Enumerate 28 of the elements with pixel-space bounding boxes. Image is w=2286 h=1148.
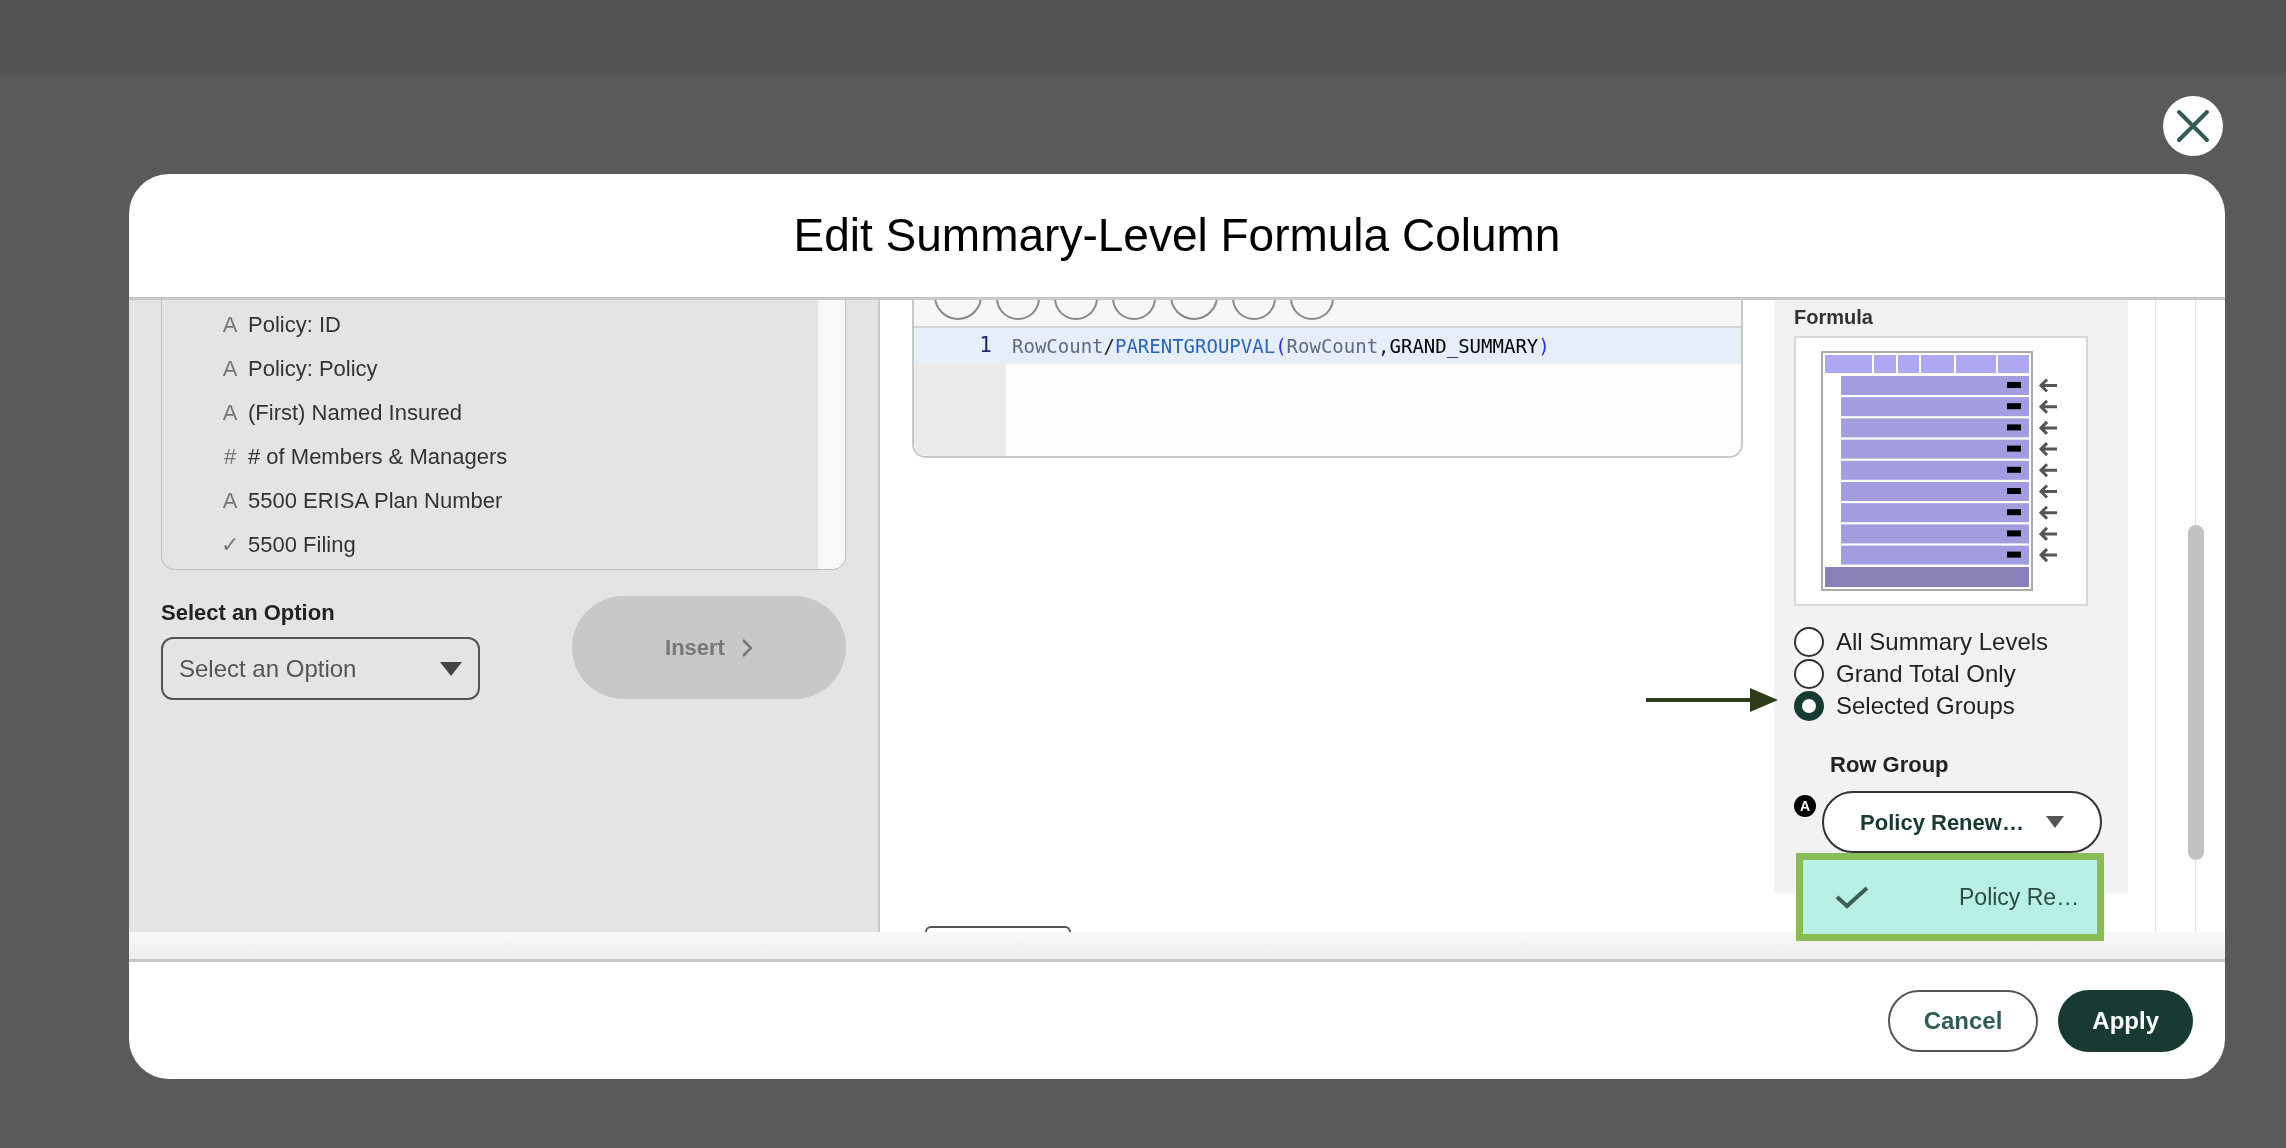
field-list-item[interactable]: A Policy: ID [220,302,818,346]
option-select[interactable]: Select an Option [161,637,480,700]
radio-label: Grand Total Only [1836,659,2016,689]
row-group-dropdown[interactable]: Policy Renew… [1822,791,2102,853]
section-label: Formula [1794,305,1874,330]
field-list-item[interactable]: A 5500 ERISA Plan Number [220,478,818,522]
radio-label: Selected Groups [1836,691,2015,721]
caret-icon [2045,816,2064,828]
apply-button[interactable]: Apply [2058,989,2193,1052]
radio-button[interactable] [1794,627,1824,657]
close-icon [2176,109,2210,143]
row-group-label: Row Group [1830,751,1950,779]
field-list-item[interactable]: ✓ 5500 Filing [220,522,818,566]
field-list-item[interactable]: # # of Members & Managers [220,434,818,478]
radio-button[interactable] [1794,691,1824,721]
letter-badge: A [1794,795,1816,817]
field-list-item[interactable]: A Policy: Policy [220,346,818,390]
chevron-right-icon [740,637,753,658]
radio-label: All Summary Levels [1836,627,2049,657]
formula-editor[interactable]: 1 RowCount/PARENTGROUPVAL(RowCount,GRAND_SUMMARY) [912,300,1743,458]
caret-icon [440,661,462,676]
cancel-button[interactable]: Cancel [1887,989,2039,1052]
field-list-item[interactable]: A (First) Named Insured [220,390,818,434]
dropdown-option[interactable]: Policy Re… [1796,853,2104,941]
dialog-title: Edit Summary-Level Formula Column [793,208,1561,263]
radio-button[interactable] [1794,659,1824,689]
scrollbar-thumb[interactable] [2188,525,2204,860]
select-label: Select an Option [161,599,336,627]
